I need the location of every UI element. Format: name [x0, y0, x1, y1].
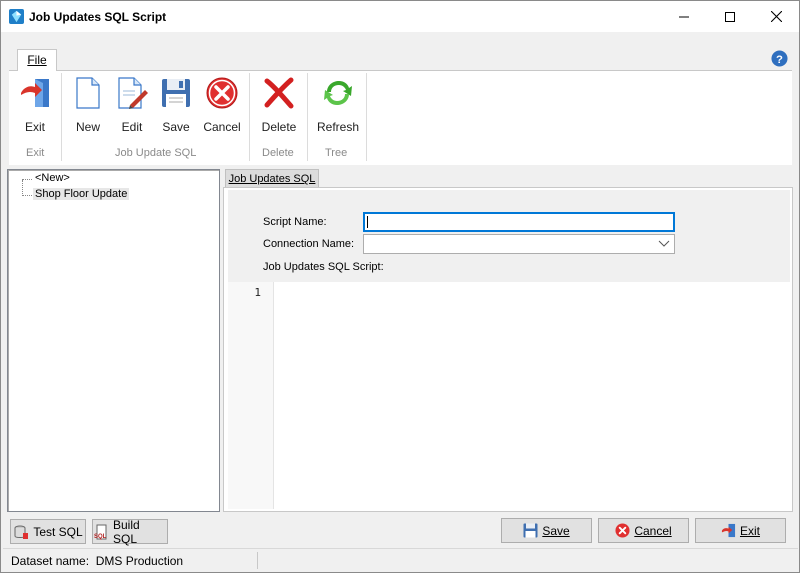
cancel-icon: [615, 523, 630, 538]
close-icon: [770, 11, 782, 22]
new-document-icon: [76, 77, 100, 109]
status-separator: [257, 552, 258, 569]
test-sql-button[interactable]: Test SQL: [10, 519, 86, 544]
tree-item-new[interactable]: <New>: [33, 172, 72, 184]
minimize-icon: [679, 16, 689, 17]
app-window: Job Updates SQL Script File ? Exit Exit …: [0, 0, 800, 573]
chevron-down-icon: [658, 240, 670, 247]
sql-editor[interactable]: 1: [228, 282, 790, 509]
ribbon-exit-label: Exit: [24, 120, 45, 134]
exit-door-icon: [721, 523, 736, 538]
ribbon-separator: [61, 73, 62, 161]
tree-connector: [22, 179, 32, 180]
editor-gutter: 1: [228, 282, 274, 509]
ribbon-refresh-button[interactable]: Refresh: [315, 75, 361, 134]
test-sql-label: Test SQL: [33, 524, 83, 539]
tab-file-label: File: [27, 53, 47, 67]
group-label-tree: Tree: [325, 147, 348, 159]
sql-script-label: Job Updates SQL Script:: [263, 261, 384, 273]
save-button[interactable]: Save: [501, 518, 592, 543]
help-icon[interactable]: ?: [771, 50, 788, 67]
exit-button[interactable]: Exit: [695, 518, 786, 543]
floppy-disk-icon: [162, 79, 190, 107]
refresh-icon: [324, 81, 352, 105]
edit-document-icon: [118, 77, 148, 109]
status-bar: Dataset name: DMS Production: [3, 548, 798, 572]
app-icon: [9, 9, 24, 24]
tab-file[interactable]: File: [17, 49, 57, 72]
ribbon-edit-label: Edit: [121, 120, 143, 134]
close-button[interactable]: [753, 1, 799, 32]
group-label-job-update-sql: Job Update SQL: [115, 147, 197, 159]
ribbon-body: Exit Exit New Edit Save Cancel Job Updat…: [9, 71, 792, 165]
floppy-disk-icon: [523, 523, 538, 538]
script-name-label: Script Name:: [263, 216, 327, 228]
window-title: Job Updates SQL Script: [29, 10, 167, 24]
ribbon-cancel-label: Cancel: [203, 120, 241, 134]
minimize-button[interactable]: [661, 1, 707, 32]
ribbon-save-label: Save: [162, 120, 190, 134]
tab-job-updates-sql[interactable]: Job Updates SQL: [225, 169, 319, 188]
ribbon-separator: [249, 73, 250, 161]
connection-name-select[interactable]: [363, 234, 675, 254]
tree-connector: [22, 180, 23, 196]
maximize-icon: [725, 11, 735, 22]
ribbon-edit-button[interactable]: Edit: [110, 75, 154, 134]
exit-label: Exit: [739, 523, 760, 538]
group-label-delete: Delete: [262, 147, 294, 159]
ribbon-new-button[interactable]: New: [66, 75, 110, 134]
build-sql-label: Build SQL: [113, 517, 140, 546]
ribbon-new-label: New: [75, 120, 100, 134]
title-bar: Job Updates SQL Script: [1, 1, 799, 32]
dataset-status: Dataset name: DMS Production: [11, 554, 184, 568]
group-label-exit: Exit: [26, 147, 45, 159]
maximize-button[interactable]: [707, 1, 753, 32]
svg-text:SQL: SQL: [94, 534, 107, 540]
test-sql-icon: [14, 525, 29, 539]
ribbon-exit-button[interactable]: Exit: [13, 75, 57, 134]
tree-item-shop-floor-update[interactable]: Shop Floor Update: [33, 188, 130, 200]
svg-text:?: ?: [776, 54, 783, 66]
save-label: Save: [542, 523, 570, 538]
cancel-label: Cancel: [634, 523, 672, 538]
ribbon-cancel-button[interactable]: Cancel: [200, 75, 244, 134]
ribbon-tab-strip: File ?: [9, 45, 792, 72]
job-updates-pane: Script Name: Connection Name: Job Update…: [223, 187, 793, 512]
build-sql-button[interactable]: SQL Build SQL: [92, 517, 168, 546]
connection-name-label: Connection Name:: [263, 238, 355, 250]
cancel-button[interactable]: Cancel: [598, 518, 689, 543]
delete-x-icon: [264, 77, 294, 109]
ribbon-delete-label: Delete: [261, 120, 297, 134]
cancel-icon: [206, 77, 238, 109]
script-tree[interactable]: <New> Shop Floor Update: [7, 169, 220, 512]
tree-connector: [22, 195, 32, 196]
line-number: 1: [254, 286, 261, 299]
build-sql-icon: SQL: [94, 524, 107, 540]
ribbon-save-button[interactable]: Save: [154, 75, 198, 134]
exit-door-icon: [21, 79, 49, 107]
ribbon-separator: [307, 73, 308, 161]
text-caret: [367, 216, 368, 228]
ribbon-delete-button[interactable]: Delete: [257, 75, 301, 134]
script-name-input[interactable]: [363, 212, 675, 232]
form-area: Script Name: Connection Name: Job Update…: [228, 190, 790, 282]
ribbon-separator: [366, 73, 367, 161]
ribbon-refresh-label: Refresh: [316, 120, 360, 134]
